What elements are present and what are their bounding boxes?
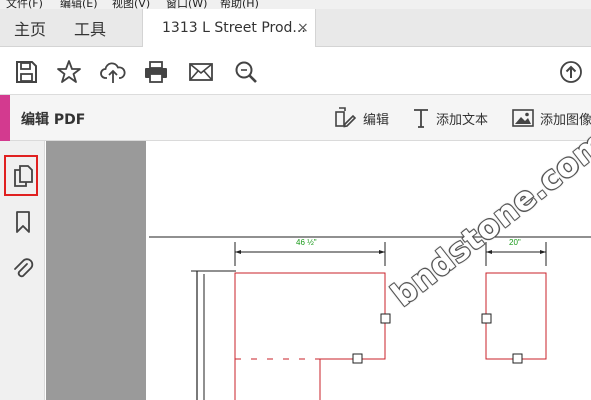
- edit-pdf-title: 编辑 PDF: [21, 112, 86, 128]
- close-icon[interactable]: ×: [297, 20, 309, 36]
- add-text-button[interactable]: 添加文本: [412, 104, 488, 132]
- edit-button[interactable]: 编辑: [333, 104, 389, 132]
- tab-bar: 主页 工具 1313 L Street Prod... ×: [0, 9, 591, 48]
- search-zoom-icon[interactable]: [233, 59, 259, 85]
- tab-document-title: 1313 L Street Prod...: [162, 20, 306, 36]
- menu-help[interactable]: 帮助(H): [220, 0, 259, 9]
- menu-file[interactable]: 文件(F): [6, 0, 43, 9]
- dimension-left-label: 46 ½": [296, 238, 317, 247]
- add-image-button[interactable]: 添加图像: [512, 104, 591, 132]
- bookmark-icon[interactable]: [11, 210, 35, 234]
- mail-icon[interactable]: [188, 59, 214, 85]
- document-gutter: [46, 141, 146, 400]
- star-icon[interactable]: [56, 59, 82, 85]
- pages-icon[interactable]: [11, 164, 35, 188]
- dimension-right-label: 20": [509, 238, 521, 247]
- tab-tools[interactable]: 工具: [60, 9, 120, 47]
- menu-view[interactable]: 视图(V): [112, 0, 150, 9]
- save-icon[interactable]: [13, 59, 39, 85]
- menu-window[interactable]: 窗口(W): [166, 0, 207, 9]
- image-icon: [512, 109, 534, 127]
- tab-document[interactable]: 1313 L Street Prod... ×: [142, 9, 316, 48]
- main-toolbar: [0, 47, 591, 95]
- menu-bar: 文件(F) 编辑(E) 视图(V) 窗口(W) 帮助(H): [0, 0, 591, 9]
- left-nav-panel: [0, 141, 45, 400]
- text-icon: [414, 109, 428, 128]
- attachment-icon[interactable]: [11, 256, 35, 280]
- menu-edit[interactable]: 编辑(E): [60, 0, 98, 9]
- edit-icon: [335, 107, 357, 128]
- edit-label: 编辑: [363, 112, 390, 128]
- upload-icon[interactable]: [100, 59, 126, 85]
- edit-pdf-accent: [0, 95, 10, 141]
- add-image-label: 添加图像: [540, 112, 591, 128]
- tab-home[interactable]: 主页: [0, 9, 60, 47]
- share-up-icon[interactable]: [558, 59, 584, 85]
- add-text-label: 添加文本: [436, 112, 489, 128]
- print-icon[interactable]: [143, 59, 169, 85]
- edit-pdf-bar: 编辑 PDF 编辑 添加文本 添加图像: [0, 95, 591, 141]
